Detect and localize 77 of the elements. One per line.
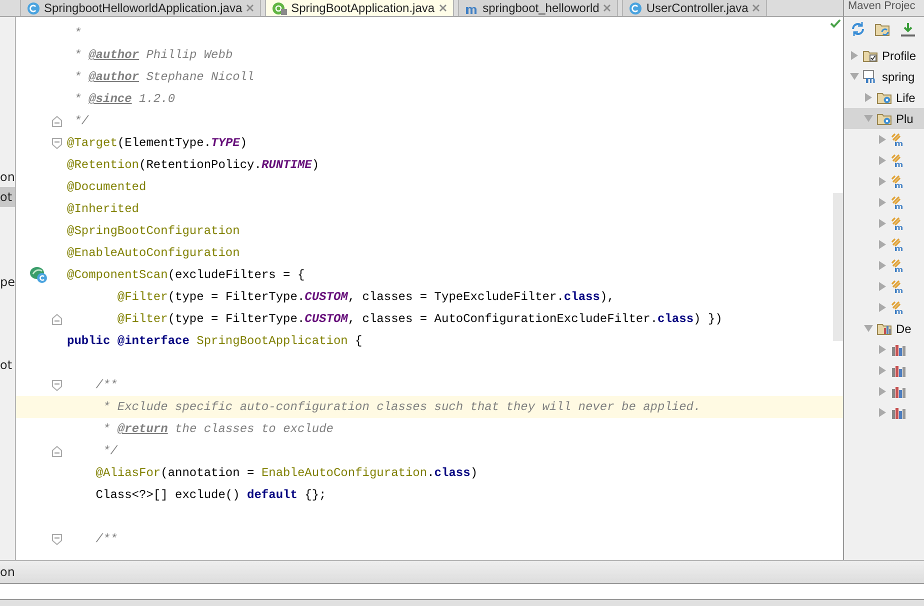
close-icon[interactable]	[246, 4, 254, 12]
check-icon	[830, 19, 841, 28]
collapse-arrow-icon[interactable]	[878, 366, 887, 375]
code-line: @Inherited	[66, 202, 140, 216]
expand-arrow-icon[interactable]	[864, 114, 873, 123]
code-line: @Target(ElementType.TYPE)	[66, 136, 248, 150]
collapse-arrow-icon[interactable]	[878, 219, 887, 228]
folder-refresh-icon	[875, 22, 891, 36]
tree-item[interactable]: Life	[896, 90, 916, 104]
editor-tab[interactable]: springboot_helloworld	[458, 0, 618, 16]
code-line: /**	[94, 378, 118, 392]
close-icon[interactable]	[603, 4, 612, 12]
code-line: */	[73, 114, 90, 128]
code-line: */	[102, 444, 119, 458]
download-icon	[900, 22, 916, 36]
code-line: * @return the classes to exclude	[102, 422, 334, 436]
code-line: @Retention(RetentionPolicy.RUNTIME)	[66, 158, 320, 172]
library-icon	[891, 386, 906, 398]
panel-item[interactable]: ot	[0, 355, 15, 375]
collapse-arrow-icon[interactable]	[878, 156, 887, 165]
tree-item[interactable]: Plu	[896, 112, 914, 126]
collapse-arrow-icon[interactable]	[878, 135, 887, 144]
code-line: @Documented	[66, 180, 148, 194]
editor-tab[interactable]: SpringbootHelloworldApplication.java	[20, 0, 262, 16]
code-line: public @interface SpringBootApplication {	[66, 334, 364, 348]
folder-gear-icon	[877, 91, 892, 104]
folder-checkbox-icon	[863, 49, 878, 62]
class-icon	[27, 2, 40, 14]
panel-title[interactable]: Maven Projec	[844, 0, 924, 17]
code-line: * @author Stephane Nicoll	[73, 70, 256, 84]
editor-tab[interactable]: UserController.java	[622, 0, 768, 16]
code-line: @Filter(type = FilterType.CUSTOM, classes = TypeExcludeFilter.class),	[116, 290, 616, 304]
collapse-arrow-icon[interactable]	[878, 240, 887, 249]
tree-item[interactable]: Profile	[882, 48, 916, 62]
collapse-arrow-icon[interactable]	[878, 282, 887, 291]
code-line: @ComponentScan(excludeFilters = {	[66, 268, 306, 282]
expand-arrow-icon[interactable]	[864, 324, 873, 333]
scrollbar-thumb[interactable]	[833, 193, 843, 341]
collapse-arrow-icon[interactable]	[850, 51, 859, 60]
folder-library-icon	[877, 322, 892, 335]
maven-project-icon	[863, 70, 878, 84]
code-line: /**	[94, 532, 118, 546]
panel-item[interactable]: on	[0, 167, 15, 187]
code-line: * @author Phillip Webb	[73, 48, 234, 62]
panel-item[interactable]: pe	[0, 272, 15, 292]
library-icon	[891, 406, 906, 418]
code-line: @EnableAutoConfiguration	[66, 246, 241, 260]
selected-row[interactable]: Plu	[844, 108, 924, 129]
panel-item[interactable]: ot	[0, 187, 15, 207]
library-icon	[891, 344, 906, 356]
collapse-arrow-icon[interactable]	[878, 303, 887, 312]
tree-item[interactable]: De	[896, 322, 912, 336]
class-icon	[629, 2, 642, 14]
code-line: @AliasFor(annotation = EnableAutoConfiguration.class)	[94, 466, 479, 480]
collapse-arrow-icon[interactable]	[878, 408, 887, 417]
code-line: @SpringBootConfiguration	[66, 224, 241, 238]
tree-item[interactable]: spring	[882, 70, 915, 84]
code-line: Class<?>[] exclude() default {};	[94, 488, 328, 502]
collapse-arrow-icon[interactable]	[878, 261, 887, 270]
folder-gear-icon	[877, 112, 892, 125]
editor-tab[interactable]: SpringBootApplication.java	[265, 0, 454, 16]
collapse-arrow-icon[interactable]	[878, 345, 887, 354]
close-icon[interactable]	[438, 4, 447, 12]
panel-label[interactable]: on	[0, 565, 15, 579]
library-icon	[891, 364, 906, 376]
code-line: @Filter(type = FilterType.CUSTOM, classes = AutoConfigurationExcludeFilter.class) })	[116, 312, 724, 326]
close-icon[interactable]	[752, 4, 760, 12]
refresh-icon	[850, 21, 866, 37]
collapse-arrow-icon[interactable]	[878, 177, 887, 186]
code-line: * Exclude specific auto-configuration classes such that they will never be applied.	[102, 400, 702, 414]
collapse-arrow-icon[interactable]	[864, 93, 873, 102]
code-line: *	[73, 26, 82, 40]
collapse-arrow-icon[interactable]	[878, 198, 887, 207]
annotation-icon	[272, 2, 288, 14]
collapse-arrow-icon[interactable]	[878, 387, 887, 396]
code-line: * @since 1.2.0	[73, 92, 176, 106]
expand-arrow-icon[interactable]	[850, 72, 859, 81]
